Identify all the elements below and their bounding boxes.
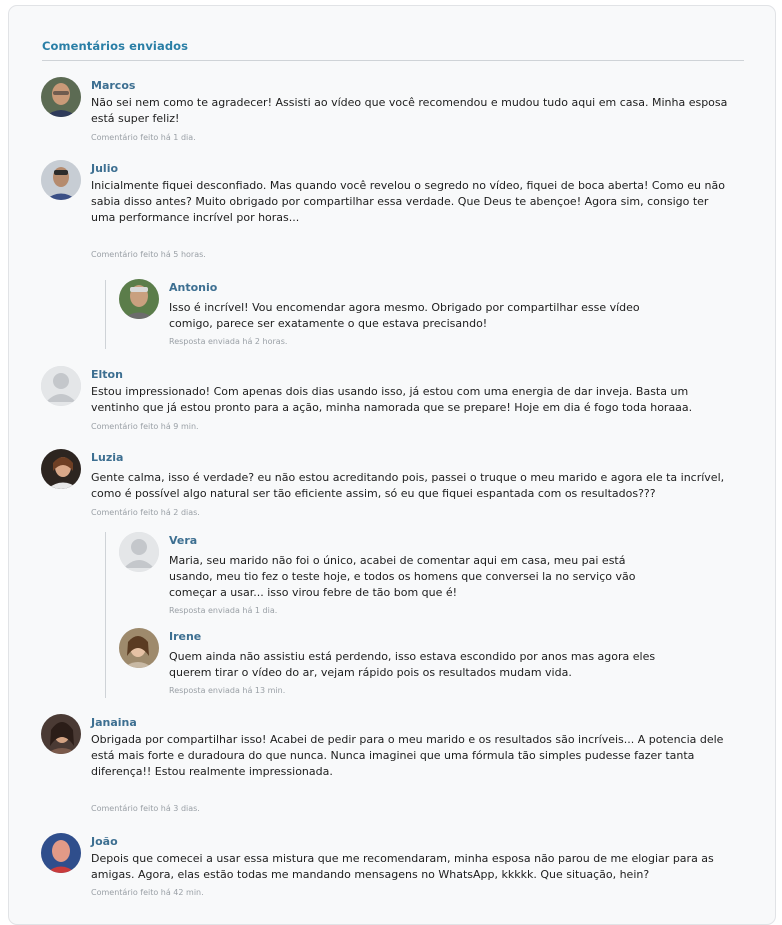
- section-title: Comentários enviados: [42, 39, 189, 53]
- comment-text: Estou impressionado! Com apenas dois dia…: [91, 385, 693, 414]
- comment-author[interactable]: Janaina: [91, 716, 137, 729]
- reply-author[interactable]: Vera: [169, 534, 197, 547]
- comment-timestamp: Comentário feito há 9 min.: [91, 422, 199, 431]
- comment-item: Elton Estou impressionado! Com apenas do…: [41, 366, 731, 436]
- reply-author[interactable]: Irene: [169, 630, 201, 643]
- user-avatar: [119, 628, 159, 668]
- reply-thread-line: [105, 280, 106, 349]
- user-avatar: [41, 160, 81, 200]
- user-avatar: [41, 714, 81, 754]
- user-avatar: [41, 833, 81, 873]
- reply-timestamp: Resposta enviada há 1 dia.: [169, 606, 278, 615]
- reply-item: Antonio Isso é incrível! Vou encomendar …: [119, 279, 679, 349]
- comment-item: Julio Inicialmente fiquei desconfiado. M…: [41, 160, 731, 260]
- reply-text: Quem ainda não assistiu está perdendo, i…: [169, 650, 656, 679]
- user-avatar: [119, 279, 159, 319]
- comment-item: Marcos Não sei nem como te agradecer! As…: [41, 77, 731, 147]
- comment-timestamp: Comentário feito há 2 dias.: [91, 508, 200, 517]
- comment-timestamp: Comentário feito há 42 min.: [91, 888, 204, 897]
- comment-item: Luzia Gente calma, isso é verdade? eu nã…: [41, 449, 731, 519]
- comment-author[interactable]: João: [91, 835, 118, 848]
- reply-item: Vera Maria, seu marido não foi o único, …: [119, 532, 679, 622]
- reply-item: Irene Quem ainda não assistiu está perde…: [119, 628, 679, 698]
- reply-thread-line: [105, 532, 106, 698]
- comment-text: Obrigada por compartilhar isso! Acabei d…: [91, 733, 724, 778]
- comment-text: Inicialmente fiquei desconfiado. Mas qua…: [91, 179, 725, 224]
- comment-timestamp: Comentário feito há 1 dia.: [91, 133, 196, 142]
- comment-text: Depois que comecei a usar essa mistura q…: [91, 852, 714, 881]
- comment-timestamp: Comentário feito há 3 dias.: [91, 804, 200, 813]
- reply-author[interactable]: Antonio: [169, 281, 217, 294]
- reply-text: Isso é incrível! Vou encomendar agora me…: [169, 301, 640, 330]
- comment-text: Gente calma, isso é verdade? eu não esto…: [91, 471, 725, 500]
- comment-item: Janaina Obrigada por compartilhar isso! …: [41, 714, 731, 814]
- comment-text: Não sei nem como te agradecer! Assisti a…: [91, 96, 728, 125]
- comment-item: João Depois que comecei a usar essa mist…: [41, 833, 731, 903]
- comment-author[interactable]: Julio: [91, 162, 118, 175]
- user-avatar: [41, 449, 81, 489]
- comment-author[interactable]: Elton: [91, 368, 123, 381]
- user-avatar: [41, 366, 81, 406]
- user-avatar: [41, 77, 81, 117]
- comment-author[interactable]: Luzia: [91, 451, 123, 464]
- comments-panel: Comentários enviados Marcos Não sei nem …: [8, 5, 776, 925]
- section-divider: [42, 60, 744, 61]
- reply-text: Maria, seu marido não foi o único, acabe…: [169, 554, 636, 599]
- user-avatar: [119, 532, 159, 572]
- comment-author[interactable]: Marcos: [91, 79, 135, 92]
- comment-timestamp: Comentário feito há 5 horas.: [91, 250, 206, 259]
- reply-timestamp: Resposta enviada há 13 min.: [169, 686, 286, 695]
- reply-timestamp: Resposta enviada há 2 horas.: [169, 337, 288, 346]
